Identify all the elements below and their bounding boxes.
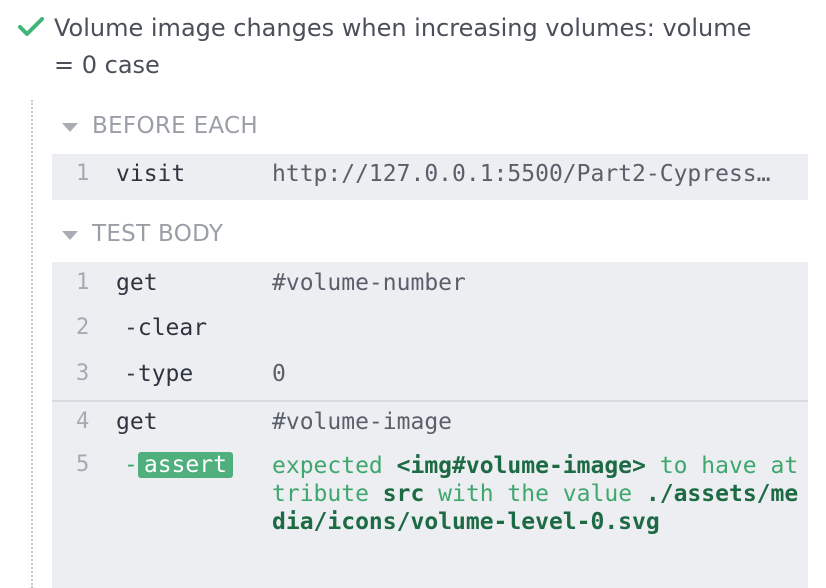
assert-command-row[interactable]: 5 - assert expected <img#volume-image> to…	[52, 452, 808, 572]
child-dash: -	[124, 315, 138, 341]
command-number: 3	[76, 361, 90, 386]
check-icon	[18, 17, 44, 36]
command-method: - assert	[124, 452, 233, 478]
command-message: #volume-number	[272, 270, 466, 296]
child-dash: -	[124, 361, 138, 387]
before-each-commands: 1 visit http://127.0.0.1:5500/Part2-Cypr…	[52, 154, 808, 200]
command-number: 2	[76, 315, 90, 340]
before-each-header[interactable]: BEFORE EACH	[62, 108, 258, 144]
assert-message: expected <img#volume-image> to have attr…	[272, 452, 802, 536]
assert-text: with the value	[424, 481, 646, 507]
command-method: -type	[124, 361, 193, 387]
assert-subject: <img#volume-image>	[396, 453, 646, 479]
command-row[interactable]: 2 -clear	[52, 315, 808, 347]
assert-attribute: src	[382, 481, 425, 507]
test-body-label: TEST BODY	[92, 221, 224, 247]
caret-down-icon	[62, 230, 78, 240]
command-method: visit	[116, 161, 186, 187]
command-row[interactable]: 1 visit http://127.0.0.1:5500/Part2-Cypr…	[52, 161, 808, 193]
command-row[interactable]: 3 -type 0	[52, 361, 808, 393]
command-method-label: clear	[137, 315, 208, 341]
test-body-header[interactable]: TEST BODY	[62, 216, 223, 252]
command-method: -clear	[124, 315, 207, 341]
command-message: 0	[272, 361, 286, 387]
command-message: #volume-image	[272, 409, 453, 435]
before-each-label: BEFORE EACH	[92, 113, 258, 139]
command-number: 4	[76, 409, 90, 434]
command-number: 5	[76, 452, 90, 477]
test-title: Volume image changes when increasing vol…	[54, 14, 752, 79]
assert-badge: assert	[137, 452, 233, 478]
child-dash: -	[124, 452, 138, 478]
caret-down-icon	[62, 122, 78, 132]
command-rail	[31, 100, 33, 588]
command-number: 1	[76, 270, 90, 295]
command-message: http://127.0.0.1:5500/Part2-Cypress…	[272, 161, 771, 187]
test-body-commands: 1 get #volume-number 2 -clear 3 -type 0 …	[52, 262, 808, 588]
assert-text: expected	[272, 453, 397, 479]
command-method-label: type	[137, 361, 194, 387]
command-divider	[52, 400, 808, 402]
command-method: get	[116, 409, 158, 435]
command-row[interactable]: 4 get #volume-image	[52, 409, 808, 441]
command-number: 1	[76, 161, 90, 186]
command-method: get	[116, 270, 158, 296]
command-row[interactable]: 1 get #volume-number	[52, 270, 808, 302]
